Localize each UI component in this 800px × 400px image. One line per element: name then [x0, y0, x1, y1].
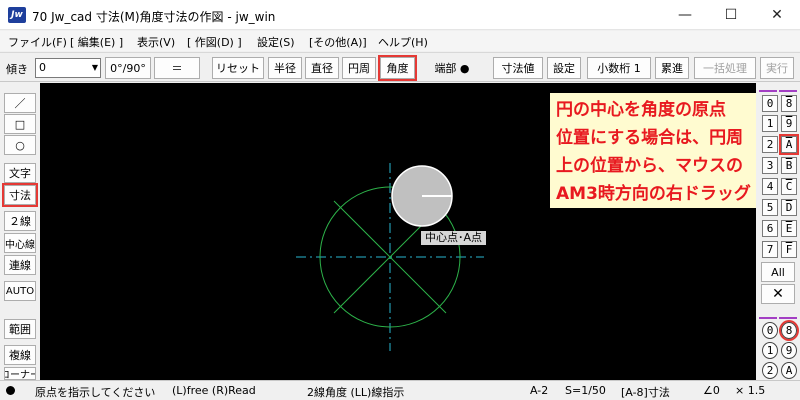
layer-2-button[interactable]: 2	[762, 136, 778, 153]
angle-indicator[interactable]: ∠0	[703, 384, 720, 397]
layer-b-button[interactable]: B	[781, 157, 797, 174]
left-toolbox: ／ □ ○ 文字 寸法 ２線 中心線 連線 AUTO 範囲 複線 コーナー	[0, 83, 40, 380]
app-icon: Jw	[8, 7, 26, 23]
menu-other[interactable]: [その他(A)]	[309, 34, 367, 50]
connect-line-tool-button[interactable]: 連線	[4, 255, 36, 275]
circumference-button[interactable]: 円周	[342, 57, 376, 79]
execute-button[interactable]: 実行	[760, 57, 794, 79]
group-0-button[interactable]: 0	[762, 322, 778, 339]
menu-settings[interactable]: 設定(S)	[257, 34, 295, 50]
layer-e-button[interactable]: E	[781, 220, 797, 237]
batch-process-button[interactable]: 一括処理	[694, 57, 756, 79]
instruction-callout: 円の中心を角度の原点 位置にする場合は、円周 上の位置から、マウスの AM3時方…	[550, 93, 756, 208]
layer-d-button[interactable]: D	[781, 199, 797, 216]
layer-8-button[interactable]: 8	[781, 95, 797, 112]
layer-c-button[interactable]: C	[781, 178, 797, 195]
menu-file[interactable]: ファイル(F)	[8, 34, 67, 50]
close-button[interactable]: ✕	[754, 0, 800, 30]
layer-9-button[interactable]: 9	[781, 115, 797, 132]
snap-point-label: 中心点･A点	[421, 231, 487, 245]
layer-5-button[interactable]: 5	[762, 199, 778, 216]
zoom-indicator[interactable]: × 1.5	[735, 384, 765, 397]
cumulative-button[interactable]: 累進	[655, 57, 689, 79]
auto-mode-button[interactable]: AUTO	[4, 281, 36, 301]
angle-button[interactable]: 角度	[378, 55, 417, 81]
mode-hint: 2線角度 (LL)線指示	[307, 386, 405, 399]
tilt-value: 0	[39, 61, 46, 74]
status-dot-icon	[6, 386, 15, 395]
group-marker	[759, 317, 777, 319]
mouse-hint: (L)free (R)Read	[172, 384, 256, 397]
double-line-tool-button[interactable]: ２線	[4, 211, 36, 231]
group-9-button[interactable]: 9	[781, 342, 797, 359]
tilt-label: 傾き	[6, 63, 28, 76]
layer-marker	[779, 90, 797, 92]
menu-bar: ファイル(F) [ 編集(E) ] 表示(V) [ 作図(D) ] 設定(S) …	[0, 31, 800, 51]
paper-size[interactable]: A-2	[530, 384, 548, 397]
equal-button[interactable]: ＝	[154, 57, 200, 79]
angle-toggle-button[interactable]: 0°/90°	[105, 57, 151, 79]
rectangle-tool-button[interactable]: □	[4, 114, 36, 134]
menu-view[interactable]: 表示(V)	[137, 34, 175, 50]
circle-tool-button[interactable]: ○	[4, 135, 36, 155]
title-bar: Jw 70 Jw_cad 寸法(M)角度寸法の作図 - jw_win — ☐ ✕	[0, 0, 800, 30]
settings-button[interactable]: 設定	[547, 57, 581, 79]
parallel-line-tool-button[interactable]: 複線	[4, 345, 36, 365]
layer-0-button[interactable]: 0	[762, 95, 778, 112]
layer-4-button[interactable]: 4	[762, 178, 778, 195]
minimize-button[interactable]: —	[662, 0, 708, 30]
maximize-button[interactable]: ☐	[708, 0, 754, 30]
layer-marker	[759, 90, 777, 92]
callout-text: 円の中心を角度の原点 位置にする場合は、円周 上の位置から、マウスの AM3時方…	[556, 100, 751, 204]
dimension-value-button[interactable]: 寸法値	[493, 57, 543, 79]
group-1-button[interactable]: 1	[762, 342, 778, 359]
control-toolbar: 傾き 0 ▼ 0°/90° ＝ リセット 半径 直径 円周 角度 端部 ● 寸法…	[0, 52, 800, 82]
dimension-tool-button[interactable]: 寸法	[2, 183, 38, 207]
status-message: 原点を指示してください	[35, 386, 156, 399]
center-line-tool-button[interactable]: 中心線	[4, 233, 36, 253]
window-title: 70 Jw_cad 寸法(M)角度寸法の作図 - jw_win	[32, 10, 276, 24]
status-bar: 原点を指示してください (L)free (R)Read 2線角度 (LL)線指示…	[0, 380, 800, 400]
layer-f-button[interactable]: F	[781, 241, 797, 258]
group-2-button[interactable]: 2	[762, 362, 778, 379]
group-a-button[interactable]: A	[781, 362, 797, 379]
cross-icon[interactable]: ✕	[761, 284, 795, 304]
all-layers-button[interactable]: All	[761, 262, 795, 282]
text-tool-button[interactable]: 文字	[4, 163, 36, 183]
scale-indicator[interactable]: S=1/50	[565, 384, 606, 397]
menu-edit[interactable]: [ 編集(E) ]	[70, 34, 123, 50]
layer-6-button[interactable]: 6	[762, 220, 778, 237]
group-marker	[779, 317, 797, 319]
reset-button[interactable]: リセット	[212, 57, 264, 79]
layer-panel: 0 1 2 3 4 5 6 7 8 9 A B C D E F All ✕ 0 …	[756, 83, 800, 380]
current-layer[interactable]: [A-8]寸法	[621, 384, 670, 400]
tilt-select[interactable]: 0 ▼	[35, 58, 101, 78]
layer-1-button[interactable]: 1	[762, 115, 778, 132]
diameter-button[interactable]: 直径	[305, 57, 339, 79]
group-8-button[interactable]: 8	[779, 320, 799, 341]
layer-3-button[interactable]: 3	[762, 157, 778, 174]
chevron-down-icon: ▼	[91, 63, 98, 72]
line-tool-button[interactable]: ／	[4, 93, 36, 113]
range-tool-button[interactable]: 範囲	[4, 319, 36, 339]
layer-7-button[interactable]: 7	[762, 241, 778, 258]
endpoint-toggle[interactable]: 端部 ●	[420, 57, 484, 79]
layer-a-button[interactable]: A	[779, 134, 799, 155]
decimals-button[interactable]: 小数桁 1	[587, 57, 651, 79]
menu-draw[interactable]: [ 作図(D) ]	[187, 34, 242, 50]
drawing-canvas[interactable]: 円の中心を角度の原点 位置にする場合は、円周 上の位置から、マウスの AM3時方…	[40, 83, 756, 380]
radius-button[interactable]: 半径	[268, 57, 302, 79]
menu-help[interactable]: ヘルプ(H)	[378, 34, 428, 50]
corner-tool-button[interactable]: コーナー	[4, 367, 36, 380]
